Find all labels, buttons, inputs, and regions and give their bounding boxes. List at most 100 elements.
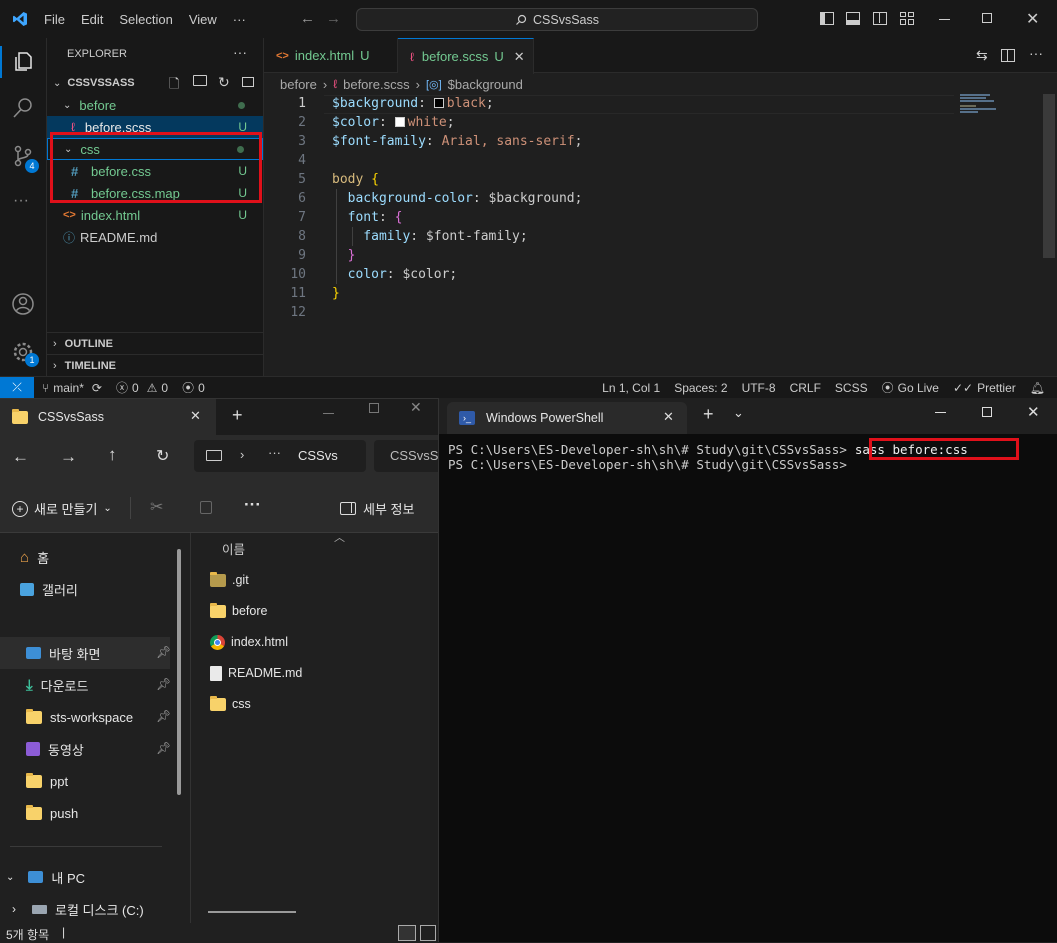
nav-ppt[interactable]: ppt — [26, 767, 68, 795]
tree-file-index-html[interactable]: <> index.html U — [47, 204, 263, 226]
indentation[interactable]: Spaces: 2 — [674, 381, 727, 395]
nav-gallery[interactable]: 갤러리 — [20, 575, 78, 603]
up-arrow-icon[interactable]: ↑ — [108, 445, 117, 465]
nav-scrollbar[interactable] — [177, 549, 181, 795]
nav-desktop[interactable]: 바탕 화면 — [26, 639, 100, 667]
editor-scrollbar[interactable] — [1043, 94, 1055, 258]
file-item-readme[interactable]: README.md — [210, 660, 302, 686]
pin-icon[interactable]: 📌︎ — [156, 741, 171, 755]
maximize-icon[interactable] — [982, 407, 992, 417]
search-box[interactable]: CSSvsSa — [374, 440, 438, 472]
command-center[interactable]: CSSvsSass — [356, 8, 758, 31]
branch-status[interactable]: ⑂ main* ⟳ — [42, 381, 102, 395]
menu-view[interactable]: View — [189, 12, 217, 27]
notifications-bell-icon[interactable]: 🔔︎ — [1030, 381, 1045, 395]
more-views-icon[interactable]: ··· — [13, 192, 29, 210]
collapse-all-icon[interactable] — [242, 77, 254, 87]
go-live-button[interactable]: ⦿ Go Live — [882, 379, 939, 396]
file-item-index-html[interactable]: index.html — [210, 629, 288, 655]
prettier-status[interactable]: ✓✓ Prettier — [953, 381, 1016, 395]
new-tab-icon[interactable]: + — [703, 404, 714, 425]
nav-this-pc[interactable]: ⌄ 내 PC — [6, 863, 85, 891]
nav-local-disk[interactable]: › 로컬 디스크 (C:) — [12, 895, 144, 923]
minimap[interactable] — [960, 94, 1040, 118]
nav-sts-workspace[interactable]: sts-workspace — [26, 703, 133, 731]
minimize-icon[interactable] — [935, 412, 946, 413]
new-tab-icon[interactable]: + — [232, 405, 243, 426]
nav-home[interactable]: ⌂ 홈 — [20, 543, 49, 571]
copy-icon[interactable] — [200, 501, 212, 514]
nav-push[interactable]: push — [26, 799, 78, 827]
minimize-icon[interactable] — [323, 413, 334, 414]
layout-toggle-secondary-icon[interactable] — [873, 12, 887, 25]
close-tab-icon[interactable]: ✕ — [663, 409, 674, 425]
split-editor-icon[interactable] — [1001, 49, 1015, 62]
path-crumb[interactable]: CSSvs — [298, 448, 360, 463]
layout-toggle-sidebar-icon[interactable] — [820, 12, 834, 25]
new-button[interactable]: + 새로 만들기 ⌄ — [12, 499, 112, 518]
encoding[interactable]: UTF-8 — [742, 381, 776, 395]
account-icon[interactable] — [11, 292, 35, 316]
back-arrow-icon[interactable]: ← — [12, 447, 29, 467]
close-icon[interactable]: ✕ — [410, 399, 422, 416]
maximize-icon[interactable] — [369, 403, 379, 413]
tab-index-html[interactable]: <> index.html U — [264, 38, 398, 73]
more-path-icon[interactable]: ··· — [268, 445, 281, 460]
explorer-files-icon[interactable] — [11, 50, 35, 74]
tree-folder-before[interactable]: ⌄ before — [47, 94, 263, 116]
new-folder-icon[interactable] — [193, 75, 207, 86]
search-icon[interactable] — [11, 96, 35, 120]
forward-arrow-icon[interactable]: → — [326, 10, 341, 27]
explorer-more-icon[interactable]: ··· — [233, 44, 247, 60]
file-item-git[interactable]: .git — [210, 567, 249, 593]
tree-file-readme[interactable]: ⓘ README.md — [47, 226, 263, 248]
end-of-line[interactable]: CRLF — [790, 381, 821, 395]
breadcrumb-symbol[interactable]: $background — [448, 77, 523, 92]
pin-icon[interactable]: 📌︎ — [156, 677, 171, 691]
pin-icon[interactable]: 📌︎ — [156, 645, 171, 659]
chevron-down-icon[interactable]: ⌄ — [733, 405, 744, 421]
close-tab-icon[interactable]: ✕ — [514, 49, 525, 65]
workspace-root[interactable]: ⌄ CSSVSSASS 🗋 ↻ — [47, 72, 263, 94]
horizontal-scrollbar[interactable] — [208, 911, 296, 913]
open-changes-icon[interactable]: ⇆ — [976, 47, 988, 64]
customize-layout-icon[interactable] — [900, 12, 914, 25]
menu-file[interactable]: File — [44, 12, 65, 27]
tiles-view-icon[interactable] — [420, 925, 436, 941]
menu-edit[interactable]: Edit — [81, 12, 103, 27]
tab-before-scss[interactable]: ℓ before.scss U ✕ — [398, 38, 534, 74]
nav-videos[interactable]: 동영상 — [26, 735, 84, 763]
editor-more-icon[interactable]: ··· — [1029, 45, 1043, 61]
close-icon[interactable]: ✕ — [1026, 9, 1039, 29]
address-bar[interactable]: › ··· CSSvs — [194, 440, 366, 472]
terminal-line-2[interactable]: PS C:\Users\ES-Developer-sh\sh\# Study\g… — [448, 457, 847, 472]
pin-icon[interactable]: 📌︎ — [156, 709, 171, 723]
outline-section[interactable]: › OUTLINE — [47, 332, 263, 354]
explorer-tab[interactable]: CSSvsSass ✕ — [0, 399, 216, 435]
file-item-before[interactable]: before — [210, 598, 267, 624]
timeline-section[interactable]: › TIMELINE — [47, 354, 263, 376]
layout-toggle-panel-icon[interactable] — [846, 12, 860, 25]
ports-status[interactable]: ⦿ 0 — [182, 379, 205, 396]
problems-status[interactable]: ⓧ 0 ⚠ 0 — [116, 379, 168, 396]
terminal-tab[interactable]: ›_ Windows PowerShell ✕ — [447, 402, 687, 434]
cut-icon[interactable]: ✂ — [150, 497, 163, 517]
nav-downloads[interactable]: ⤓ 다운로드 — [26, 671, 88, 699]
details-view-icon[interactable] — [398, 925, 416, 941]
minimize-icon[interactable] — [939, 19, 950, 20]
forward-arrow-icon[interactable]: → — [60, 447, 77, 467]
breadcrumb-folder[interactable]: before — [280, 77, 317, 92]
refresh-icon[interactable]: ↻ — [218, 74, 230, 91]
color-swatch-white-icon[interactable] — [394, 117, 405, 127]
details-button[interactable]: 세부 정보 — [340, 499, 414, 518]
close-icon[interactable]: ✕ — [1027, 403, 1040, 421]
maximize-icon[interactable] — [982, 13, 992, 23]
more-options-icon[interactable]: ··· — [244, 495, 261, 515]
refresh-icon[interactable]: ↻ — [156, 446, 169, 466]
menu-selection[interactable]: Selection — [119, 12, 172, 27]
column-header-name[interactable]: 이름 — [222, 539, 245, 558]
cursor-position[interactable]: Ln 1, Col 1 — [602, 381, 660, 395]
file-item-css[interactable]: css — [210, 691, 251, 717]
color-swatch-black-icon[interactable] — [433, 98, 444, 108]
remote-icon[interactable]: ⤫ — [0, 376, 34, 399]
